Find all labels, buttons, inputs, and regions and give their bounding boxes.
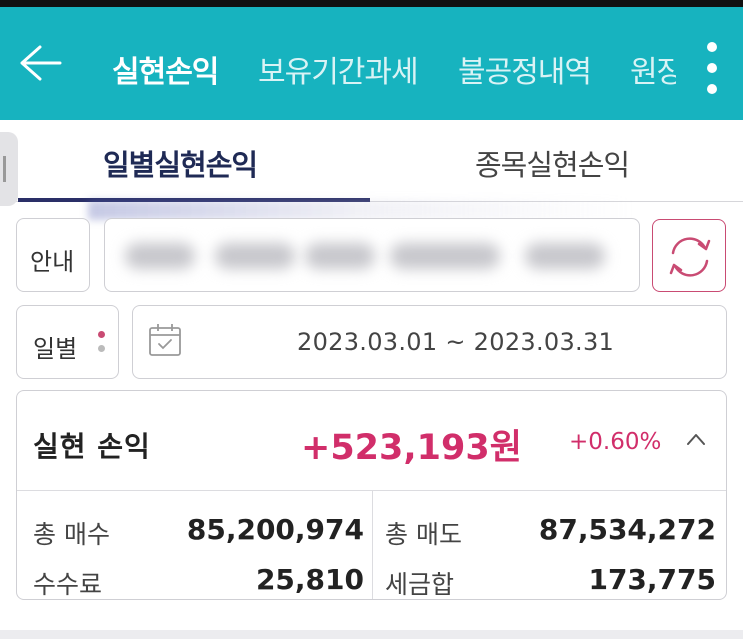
period-selector-label: 일별 [33, 335, 78, 363]
tax-value: 173,775 [588, 563, 716, 596]
summary-divider [372, 491, 373, 599]
fee-value: 25,810 [255, 563, 364, 596]
tab-ledger[interactable]: 원장 [630, 47, 676, 87]
subtab-daily-realized[interactable]: 일별실현손익 [103, 142, 258, 184]
subtab-bar: 일별실현손익 종목실현손익 [0, 120, 743, 206]
main-content: 일별실현손익 종목실현손익 안내 일별 2023.03.01 ~ 2023.03… [0, 120, 743, 630]
tab-unfair-trading[interactable]: 불공정내역 [458, 47, 592, 91]
summary-header[interactable]: 실현 손익 +523,193원 +0.60% [17, 391, 726, 491]
total-sell-value: 87,534,272 [538, 513, 716, 546]
status-bar [0, 0, 743, 7]
info-button-label: 안내 [30, 248, 75, 276]
total-sell-label: 총 매도 [385, 520, 462, 549]
back-arrow-icon[interactable] [18, 43, 62, 83]
realized-pl-summary: 실현 손익 +523,193원 +0.60% 총 매수 85,200,974 총… [16, 390, 727, 600]
summary-label: 실현 손익 [33, 430, 151, 463]
tab-realized-pl[interactable]: 실현손익 [112, 47, 219, 91]
realized-pl-percent: +0.60% [569, 429, 662, 455]
account-selector[interactable] [104, 218, 640, 292]
total-buy-value: 85,200,974 [186, 513, 364, 546]
calendar-icon [149, 324, 181, 356]
refresh-button[interactable] [652, 219, 726, 292]
date-range-text: 2023.03.01 ~ 2023.03.31 [297, 328, 615, 356]
toggle-dots-icon [98, 329, 106, 357]
blurred-overlay [88, 200, 633, 220]
tab-holding-period-tax[interactable]: 보유기간과세 [258, 47, 419, 91]
tab-ledger-clip: 원장 [630, 47, 676, 87]
side-drawer-handle[interactable] [0, 132, 18, 206]
refresh-icon [669, 237, 711, 277]
app-header: 실현손익 보유기간과세 불공정내역 원장 [0, 7, 743, 120]
info-button[interactable]: 안내 [16, 218, 90, 292]
realized-pl-value: +523,193원 [301, 428, 522, 468]
chevron-up-icon[interactable] [687, 433, 705, 445]
bottom-separator [0, 630, 743, 639]
subtab-stock-realized[interactable]: 종목실현손익 [475, 142, 630, 184]
fee-label: 수수료 [33, 570, 103, 599]
more-menu-icon[interactable] [700, 40, 724, 96]
tax-label: 세금합 [385, 570, 455, 599]
total-buy-label: 총 매수 [33, 520, 110, 549]
